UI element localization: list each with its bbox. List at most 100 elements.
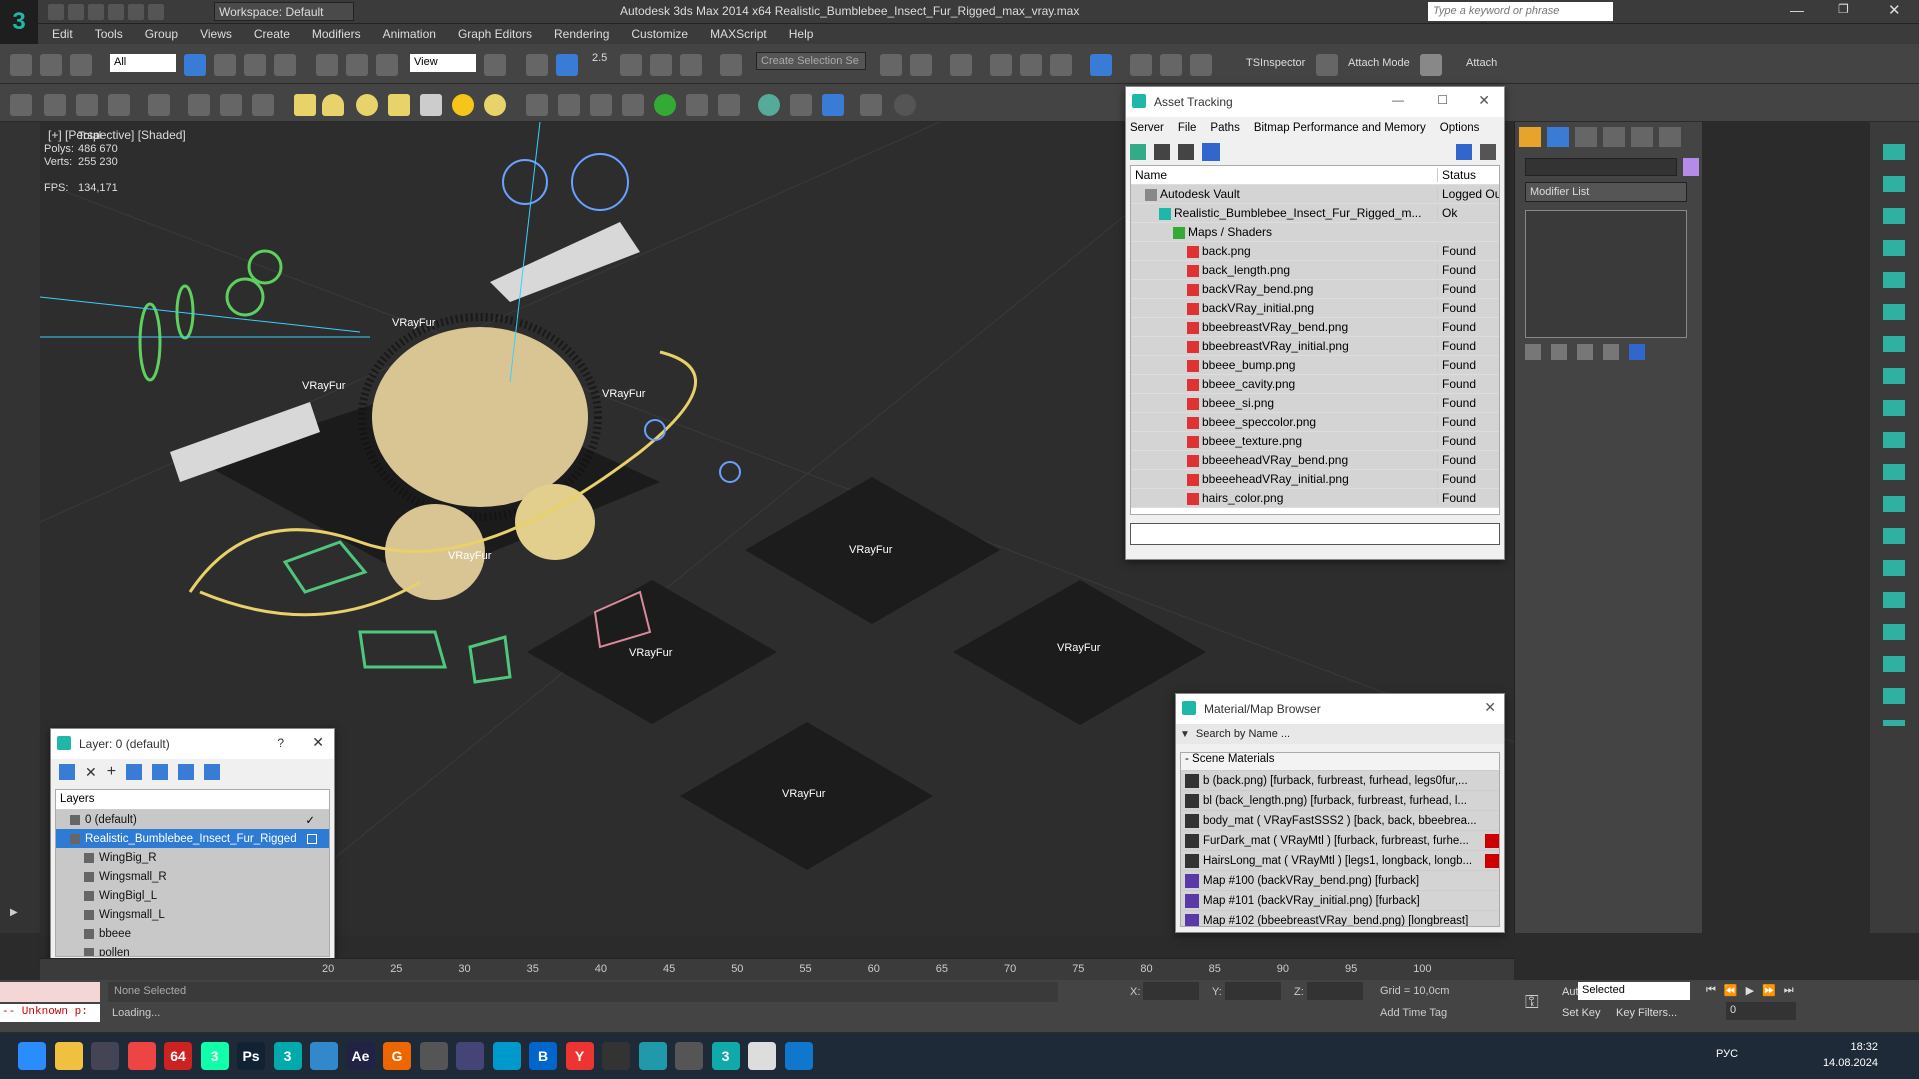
box-primitive-icon[interactable]	[294, 94, 316, 116]
3dsmax-active-icon[interactable]: 3	[273, 1042, 302, 1070]
layer-row[interactable]: 0 (default) ✓	[56, 810, 329, 829]
workspace-dropdown[interactable]: Workspace: Default	[214, 2, 354, 21]
active-layer-check-icon[interactable]: ✓	[305, 813, 315, 827]
rectangular-selection-icon[interactable]	[244, 54, 266, 76]
make-unique-icon[interactable]	[1577, 344, 1593, 360]
material-item[interactable]: Map #100 (backVRay_bend.png) [furback]	[1181, 871, 1499, 891]
toolbar2-icon-25[interactable]	[860, 94, 882, 116]
search-input[interactable]: Type a keyword or phrase	[1428, 2, 1613, 21]
sphere-primitive-icon[interactable]	[356, 94, 378, 116]
layer-row[interactable]: Wingsmall_L	[56, 905, 329, 924]
asset-row[interactable]: bbeee_texture.png Found	[1131, 432, 1499, 451]
layer-panel-titlebar[interactable]: Layer: 0 (default) ? ✕	[51, 729, 334, 759]
telegram-icon[interactable]	[638, 1042, 667, 1070]
material-item[interactable]: FurDark_mat ( VRayMtl ) [furback, furbre…	[1181, 831, 1499, 851]
asset-row[interactable]: bbeebreastVRay_initial.png Found	[1131, 337, 1499, 356]
column-header-status[interactable]: Status	[1437, 168, 1499, 182]
attach-mode-label[interactable]: Attach Mode	[1348, 57, 1410, 69]
reference-coordinate-dropdown[interactable]: View	[410, 54, 476, 72]
task-view-icon[interactable]	[91, 1042, 119, 1070]
asset-menu-paths[interactable]: Paths	[1210, 122, 1239, 134]
3dsmax-logo-icon[interactable]: 3	[0, 0, 38, 44]
render-iterative-icon[interactable]	[1190, 54, 1212, 76]
maximize-icon[interactable]: ☐	[1437, 93, 1448, 107]
save-app-icon[interactable]	[456, 1042, 484, 1070]
toolbar2-icon-2[interactable]	[44, 94, 66, 116]
pivot-icon[interactable]	[484, 54, 506, 76]
close-icon[interactable]: ✕	[1888, 1, 1901, 19]
info-center-icons[interactable]	[1620, 4, 1720, 20]
app-b-icon[interactable]: B	[529, 1042, 557, 1070]
z-coordinate-field[interactable]	[1307, 982, 1363, 1000]
modifier-stack[interactable]	[1525, 210, 1687, 338]
windows-start-icon[interactable]	[18, 1042, 46, 1070]
terminal-icon[interactable]	[602, 1042, 630, 1070]
minimize-icon[interactable]: —	[1790, 2, 1804, 18]
previous-frame-icon[interactable]: ⏪	[1724, 984, 1738, 1000]
material-item[interactable]: Map #102 (bbeebreastVRay_bend.png) [long…	[1181, 911, 1499, 926]
asset-tracking-titlebar[interactable]: Asset Tracking — ☐ ✕	[1126, 87, 1504, 117]
layer-row[interactable]: Realistic_Bumblebee_Insect_Fur_Rigged	[56, 829, 329, 848]
asset-row[interactable]: back.png Found	[1131, 242, 1499, 261]
menu-maxscript[interactable]: MAXScript	[710, 27, 767, 41]
asset-menu-server[interactable]: Server	[1130, 122, 1164, 134]
add-time-tag[interactable]: Add Time Tag	[1380, 1007, 1447, 1019]
toolbar2-icon-7[interactable]	[220, 94, 242, 116]
maxscript-listener-top[interactable]	[0, 982, 100, 1002]
undo-icon[interactable]	[108, 4, 124, 20]
menu-tools[interactable]: Tools	[95, 27, 123, 41]
modifier-list-dropdown[interactable]: Modifier List	[1525, 182, 1687, 202]
language-indicator[interactable]: РУС	[1716, 1048, 1738, 1060]
material-search-input[interactable]: Search by Name ...	[1196, 728, 1290, 740]
toolbar2-icon-18[interactable]	[622, 94, 644, 116]
new-file-icon[interactable]	[48, 4, 64, 20]
select-manipulate-icon[interactable]	[526, 54, 548, 76]
minimize-icon[interactable]: —	[1392, 93, 1404, 107]
list-view-icon[interactable]	[1154, 144, 1170, 160]
menu-rendering[interactable]: Rendering	[554, 27, 609, 41]
vray-fur-icon[interactable]	[654, 94, 676, 116]
utilities-tab-icon[interactable]	[1659, 127, 1681, 147]
keyboard-shortcut-icon[interactable]	[556, 54, 578, 76]
maxscript-listener[interactable]: -- Unknown p:	[0, 1004, 100, 1022]
tree-view-icon[interactable]	[1178, 144, 1194, 160]
refresh-icon[interactable]	[1130, 144, 1146, 160]
toolbar2-icon-17[interactable]	[590, 94, 612, 116]
create-layer-icon[interactable]	[59, 764, 75, 780]
curve-editor-icon[interactable]	[990, 54, 1012, 76]
spinner-snap-icon[interactable]	[680, 54, 702, 76]
current-frame-field[interactable]: 0	[1726, 1002, 1796, 1020]
x-coordinate-field[interactable]	[1143, 982, 1199, 1000]
display-tab-icon[interactable]	[1631, 127, 1653, 147]
calculator-icon[interactable]	[675, 1042, 703, 1070]
remove-modifier-icon[interactable]	[1603, 344, 1619, 360]
rotate-icon[interactable]	[346, 54, 368, 76]
hold-icon[interactable]	[148, 4, 164, 20]
asset-row[interactable]: bbeeeheadVRay_bend.png Found	[1131, 451, 1499, 470]
viewport-label[interactable]: [+] [Perspective] [Shaded]	[48, 128, 186, 142]
toolbar2-icon-1[interactable]	[10, 94, 32, 116]
delete-layer-icon[interactable]: ✕	[85, 764, 97, 781]
create-selection-set-dropdown[interactable]: Create Selection Se	[756, 52, 866, 70]
asset-row[interactable]: hairs_color.png Found	[1131, 489, 1499, 508]
material-item[interactable]: HairsLong_mat ( VRayMtl ) [legs1, longba…	[1181, 851, 1499, 871]
toolbar2-icon-8[interactable]	[252, 94, 274, 116]
asset-row[interactable]: bbeee_bump.png Found	[1131, 356, 1499, 375]
asset-path-field[interactable]	[1130, 523, 1500, 545]
filter-icon[interactable]: ▼	[1180, 729, 1190, 740]
angle-snap-icon[interactable]	[620, 54, 642, 76]
asset-row[interactable]: bbeee_si.png Found	[1131, 394, 1499, 413]
asset-row[interactable]: bbeeeheadVRay_initial.png Found	[1131, 470, 1499, 489]
app-g-icon[interactable]: G	[383, 1042, 411, 1070]
photoshop-icon[interactable]: Ps	[237, 1042, 265, 1070]
checker-icon[interactable]	[1420, 54, 1442, 76]
open-file-icon[interactable]	[68, 4, 84, 20]
search-app-icon[interactable]	[419, 1042, 448, 1070]
scale-icon[interactable]	[376, 54, 398, 76]
freeze-all-layers-icon[interactable]	[204, 764, 221, 780]
object-name-field[interactable]	[1525, 158, 1677, 176]
menu-views[interactable]: Views	[200, 27, 232, 41]
asset-row[interactable]: bbeebreastVRay_bend.png Found	[1131, 318, 1499, 337]
key-filters-button[interactable]: Key Filters...	[1616, 1007, 1677, 1019]
toolbar2-icon-21[interactable]	[718, 94, 740, 116]
